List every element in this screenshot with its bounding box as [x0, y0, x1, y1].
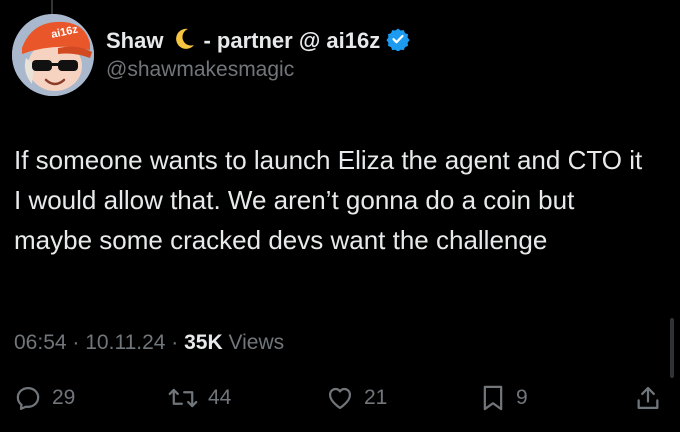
repost-count: 44	[208, 386, 232, 409]
repost-button[interactable]: 44	[168, 384, 231, 412]
display-name[interactable]: Shaw	[106, 28, 163, 54]
scrollbar[interactable]	[670, 318, 674, 378]
reply-icon	[16, 386, 40, 410]
meta-separator: ·	[72, 331, 80, 354]
tweet-date[interactable]: 10.11.24	[85, 331, 165, 354]
crescent-moon-icon	[171, 26, 197, 57]
share-icon	[637, 386, 659, 410]
reply-button[interactable]: 29	[14, 384, 75, 412]
bookmark-count: 9	[516, 386, 528, 409]
like-count: 21	[364, 386, 388, 409]
bookmark-button[interactable]: 9	[480, 384, 528, 412]
views-label: Views	[228, 331, 285, 354]
repost-icon	[168, 388, 198, 408]
display-name-suffix[interactable]: - partner @ ai16z	[203, 28, 380, 54]
tweet-text: If someone wants to launch Eliza the age…	[14, 145, 643, 255]
like-button[interactable]: 21	[326, 384, 387, 412]
reply-count: 29	[52, 386, 76, 409]
thread-connector	[51, 0, 53, 14]
tweet-meta: 06:54 · 10.11.24 · 35K Views	[14, 331, 284, 355]
views-count: 35K	[184, 331, 223, 354]
action-bar: 29 44 21 9	[0, 384, 680, 422]
name-row: Shaw - partner @ ai16z	[106, 26, 410, 56]
meta-separator: ·	[171, 331, 179, 354]
bookmark-icon	[483, 385, 503, 411]
user-handle[interactable]: @shawmakesmagic	[106, 58, 410, 82]
avatar-illustration: ai16z	[12, 14, 94, 96]
author-header: Shaw - partner @ ai16z @shawmakesmagic	[106, 26, 410, 82]
tweet-time[interactable]: 06:54	[14, 331, 67, 354]
heart-icon	[328, 387, 352, 410]
verified-badge-icon[interactable]	[386, 27, 410, 56]
avatar[interactable]: ai16z	[12, 14, 94, 96]
share-button[interactable]	[634, 384, 662, 412]
